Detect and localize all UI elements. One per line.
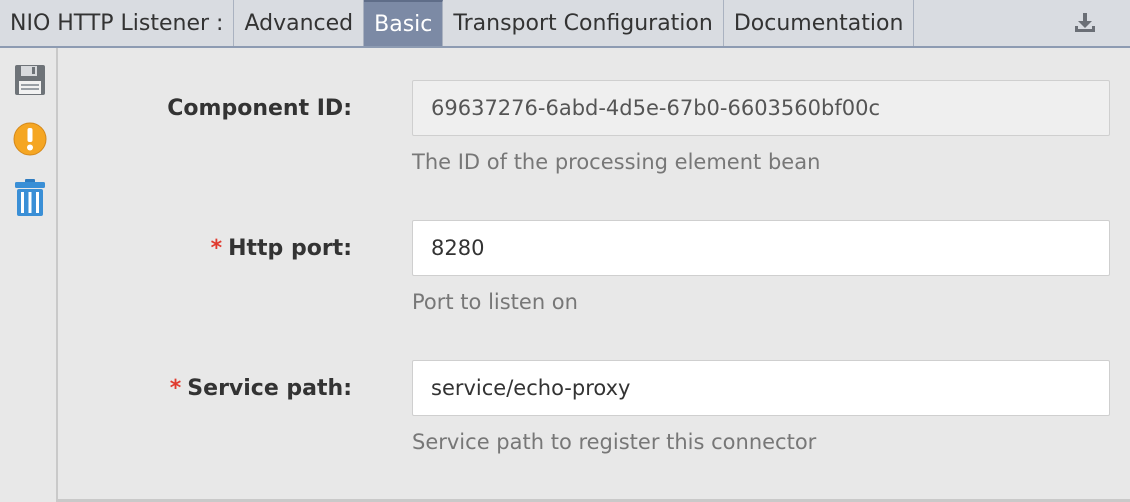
- save-button[interactable]: [12, 62, 48, 98]
- warning-icon: [13, 122, 47, 156]
- download-icon: [1075, 13, 1095, 32]
- delete-button[interactable]: [12, 179, 48, 216]
- required-marker: *: [210, 236, 223, 261]
- http-port-label-text: Http port:: [228, 236, 352, 261]
- component-id-label: Component ID:: [167, 96, 352, 121]
- http-port-field[interactable]: [412, 220, 1110, 276]
- service-path-label-text: Service path:: [187, 376, 352, 401]
- save-icon: [15, 65, 45, 95]
- component-title: NIO HTTP Listener :: [0, 0, 235, 46]
- trash-icon: [15, 179, 45, 216]
- service-path-help: Service path to register this connector: [412, 430, 817, 454]
- service-path-label: * Service path:: [170, 376, 352, 401]
- tab-bar: NIO HTTP Listener : Advanced Basic Trans…: [0, 0, 1130, 48]
- tab-spacer: [914, 0, 1040, 46]
- required-marker: *: [169, 376, 182, 401]
- service-path-field[interactable]: [412, 360, 1110, 416]
- http-port-label: * Http port:: [211, 236, 352, 261]
- component-id-label-text: Component ID:: [167, 96, 352, 121]
- tab-basic[interactable]: Basic: [364, 0, 444, 46]
- tab-advanced[interactable]: Advanced: [234, 0, 365, 46]
- download-button[interactable]: [1040, 0, 1130, 46]
- validate-button[interactable]: [12, 121, 48, 157]
- component-id-help: The ID of the processing element bean: [412, 150, 821, 174]
- tab-documentation[interactable]: Documentation: [724, 0, 915, 46]
- component-id-field[interactable]: [412, 80, 1110, 136]
- left-toolbar: [0, 48, 58, 502]
- http-port-help: Port to listen on: [412, 290, 578, 314]
- tab-transport-configuration[interactable]: Transport Configuration: [443, 0, 724, 46]
